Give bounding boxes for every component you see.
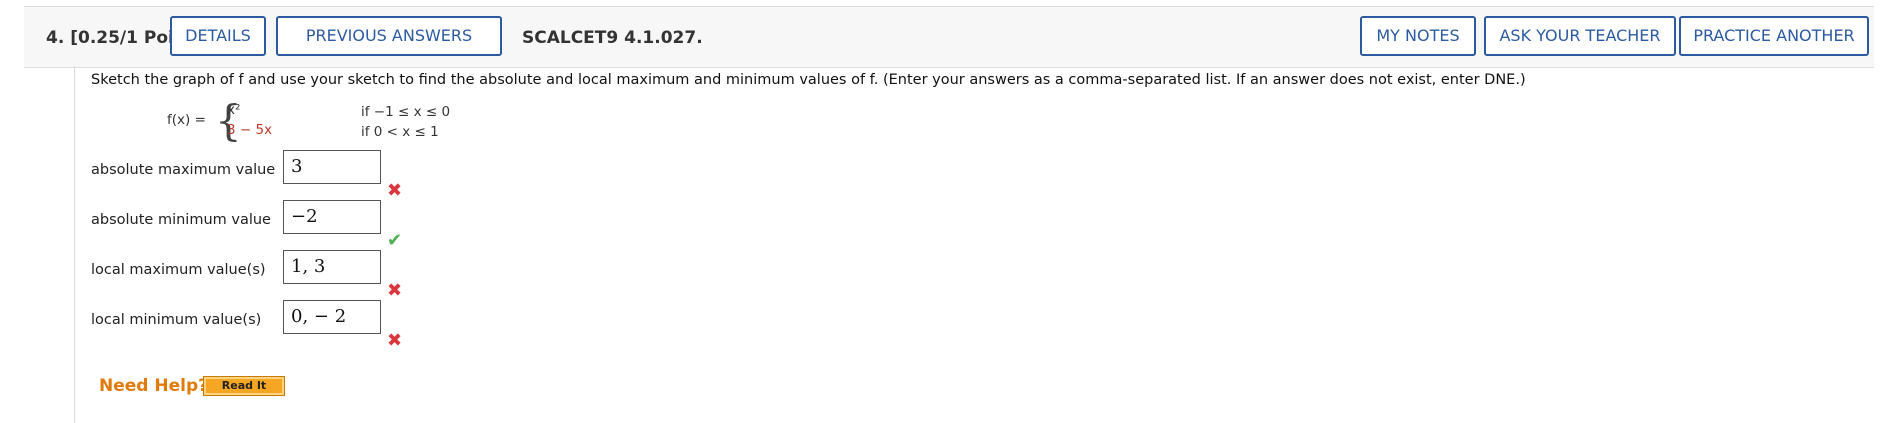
- answer-input-local-min[interactable]: 0, − 2: [283, 300, 381, 334]
- answer-label-abs-min: absolute minimum value: [91, 212, 271, 228]
- details-button[interactable]: DETAILS: [170, 16, 266, 56]
- my-notes-button[interactable]: MY NOTES: [1360, 16, 1476, 56]
- question-header: 4. [0.25/1 Points] DETAILS PREVIOUS ANSW…: [24, 6, 1874, 68]
- incorrect-icon: ✖: [387, 180, 403, 201]
- ask-your-teacher-button[interactable]: ASK YOUR TEACHER: [1484, 16, 1676, 56]
- piece2-expression: 3 − 5x: [227, 122, 273, 138]
- piece2-condition: if 0 < x ≤ 1: [361, 124, 439, 140]
- answer-label-abs-max: absolute maximum value: [91, 162, 276, 178]
- answer-input-abs-max[interactable]: 3: [283, 150, 381, 184]
- function-label: f(x) =: [167, 112, 206, 128]
- question-number: 4.: [46, 28, 65, 48]
- piece1-condition: if −1 ≤ x ≤ 0: [361, 104, 451, 120]
- answer-label-local-min: local minimum value(s): [91, 312, 262, 328]
- answer-input-local-max[interactable]: 1, 3: [283, 250, 381, 284]
- incorrect-icon: ✖: [387, 330, 403, 351]
- need-help-label: Need Help?: [99, 376, 208, 396]
- correct-check-icon: ✔: [387, 230, 403, 251]
- question-body: Sketch the graph of f and use your sketc…: [74, 66, 1875, 423]
- piece1-expression: x²: [227, 102, 241, 118]
- incorrect-icon: ✖: [387, 280, 403, 301]
- previous-answers-button[interactable]: PREVIOUS ANSWERS: [276, 16, 502, 56]
- answer-input-abs-min[interactable]: −2: [283, 200, 381, 234]
- problem-code: SCALCET9 4.1.027.: [522, 28, 703, 48]
- answer-label-local-max: local maximum value(s): [91, 262, 266, 278]
- practice-another-button[interactable]: PRACTICE ANOTHER: [1679, 16, 1869, 56]
- question-prompt: Sketch the graph of f and use your sketc…: [91, 72, 1526, 88]
- read-it-button[interactable]: Read It: [203, 376, 285, 396]
